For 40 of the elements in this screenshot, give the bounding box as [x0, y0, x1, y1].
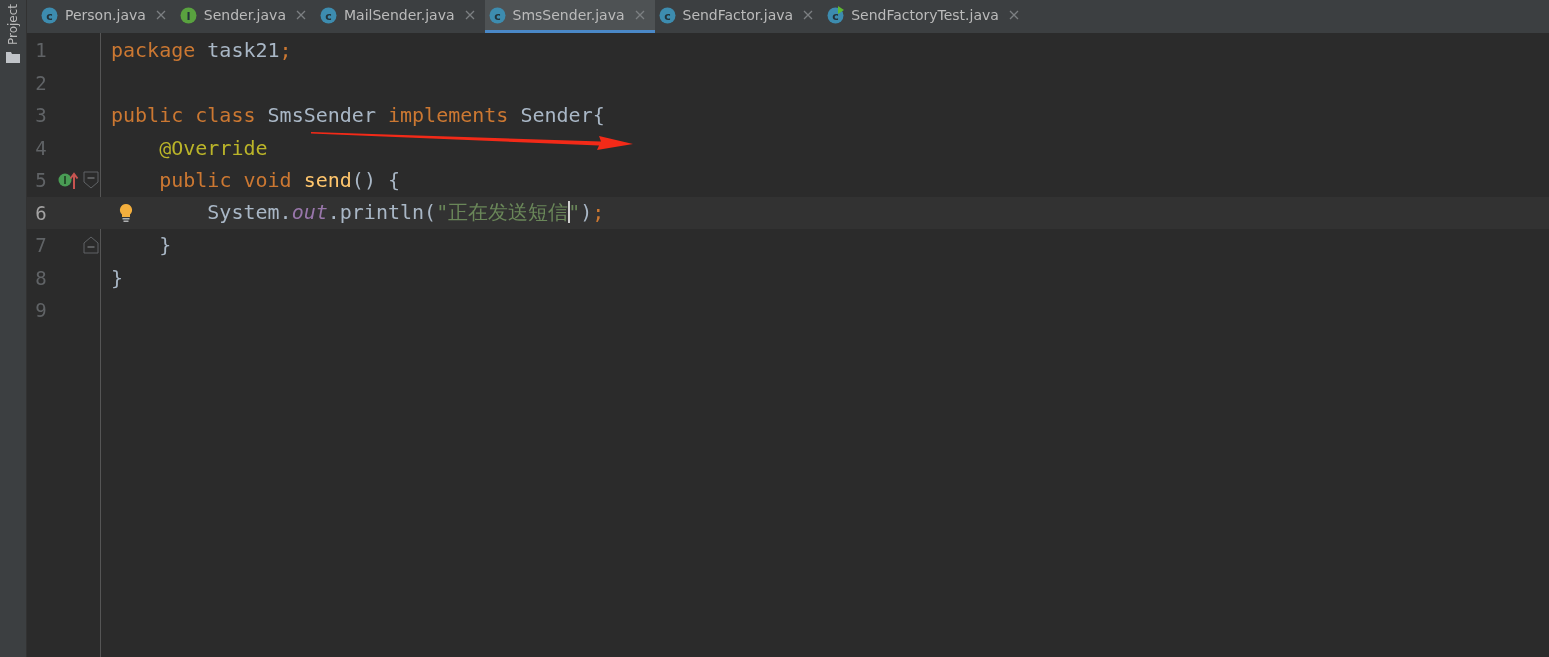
test-class-icon: c	[827, 6, 846, 24]
fold-icon[interactable]	[83, 171, 99, 190]
code-line: public void send() {	[159, 168, 400, 193]
code-line: }	[159, 233, 172, 258]
line-number: 9	[34, 299, 48, 322]
class-icon: c	[319, 6, 338, 24]
line-number: 2	[34, 71, 48, 94]
lightbulb-icon[interactable]	[118, 202, 134, 223]
close-icon[interactable]	[295, 10, 306, 20]
editor-tab[interactable]: c SmsSender.java	[484, 0, 655, 33]
implements-marker-icon[interactable]	[58, 170, 80, 191]
project-tool-button[interactable]: Project	[6, 4, 20, 46]
line-number: 6	[34, 201, 48, 224]
line-number: 4	[34, 136, 48, 159]
close-icon[interactable]	[464, 10, 475, 20]
line-number: 8	[34, 266, 48, 289]
close-icon[interactable]	[1008, 10, 1019, 20]
folder-icon	[6, 51, 20, 64]
class-icon: c	[488, 6, 507, 24]
editor-tab[interactable]: c SendFactor.java	[654, 0, 824, 33]
line-number: 5	[34, 169, 48, 192]
editor-tab[interactable]: c MailSender.java	[315, 0, 485, 33]
interface-icon: I	[179, 6, 198, 24]
code-line: package task21;	[111, 38, 292, 63]
code-line: }	[111, 265, 124, 290]
line-number: 1	[34, 39, 48, 62]
fold-icon[interactable]	[83, 236, 99, 255]
code-line: System.out.println("正在发送短信");	[207, 200, 605, 225]
editor-tab[interactable]: c Person.java	[37, 0, 176, 33]
close-icon[interactable]	[155, 10, 166, 20]
code-line: @Override	[159, 135, 268, 160]
close-icon[interactable]	[803, 10, 814, 20]
editor-tab[interactable]: c SendFactoryTest.java	[823, 0, 1029, 33]
line-number: 3	[34, 104, 48, 127]
code-line: public class SmsSender implements Sender{	[111, 103, 605, 128]
class-icon: c	[658, 6, 677, 24]
line-number: 7	[34, 234, 48, 257]
class-icon: c	[41, 6, 59, 24]
editor-tab[interactable]: I Sender.java	[175, 0, 316, 33]
close-icon[interactable]	[634, 10, 645, 20]
